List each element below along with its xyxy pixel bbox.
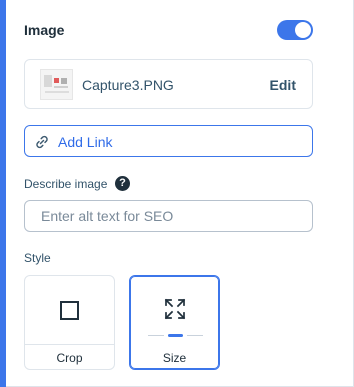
edit-image-button[interactable]: Edit <box>270 77 296 93</box>
add-link-label: Add Link <box>58 134 113 150</box>
alt-text-input[interactable] <box>24 200 313 232</box>
image-visibility-toggle[interactable] <box>277 20 313 40</box>
style-option-label: Size <box>162 351 187 365</box>
style-label: Style <box>24 251 51 265</box>
selection-accent-bar <box>0 0 6 387</box>
size-indicator <box>148 334 203 337</box>
help-icon[interactable]: ? <box>115 176 130 191</box>
size-indicator-thumb <box>168 334 183 337</box>
image-file-box: Capture3.PNG Edit <box>24 59 313 109</box>
describe-image-label: Describe image <box>24 177 108 191</box>
toggle-knob <box>295 22 311 38</box>
file-name: Capture3.PNG <box>82 77 174 93</box>
add-link-button[interactable]: Add Link <box>24 125 313 157</box>
style-option-crop[interactable]: Crop <box>24 275 115 370</box>
style-option-size[interactable]: Size <box>129 275 220 370</box>
section-title: Image <box>24 22 65 38</box>
expand-arrows-icon <box>164 298 186 320</box>
style-option-label: Crop <box>56 351 83 365</box>
link-icon <box>36 135 48 149</box>
image-settings-panel: Image Capture3.PNG Edit Add Link Describ… <box>0 0 354 387</box>
image-thumbnail <box>40 69 73 100</box>
crop-square-icon <box>60 301 79 320</box>
card-divider <box>25 344 114 345</box>
